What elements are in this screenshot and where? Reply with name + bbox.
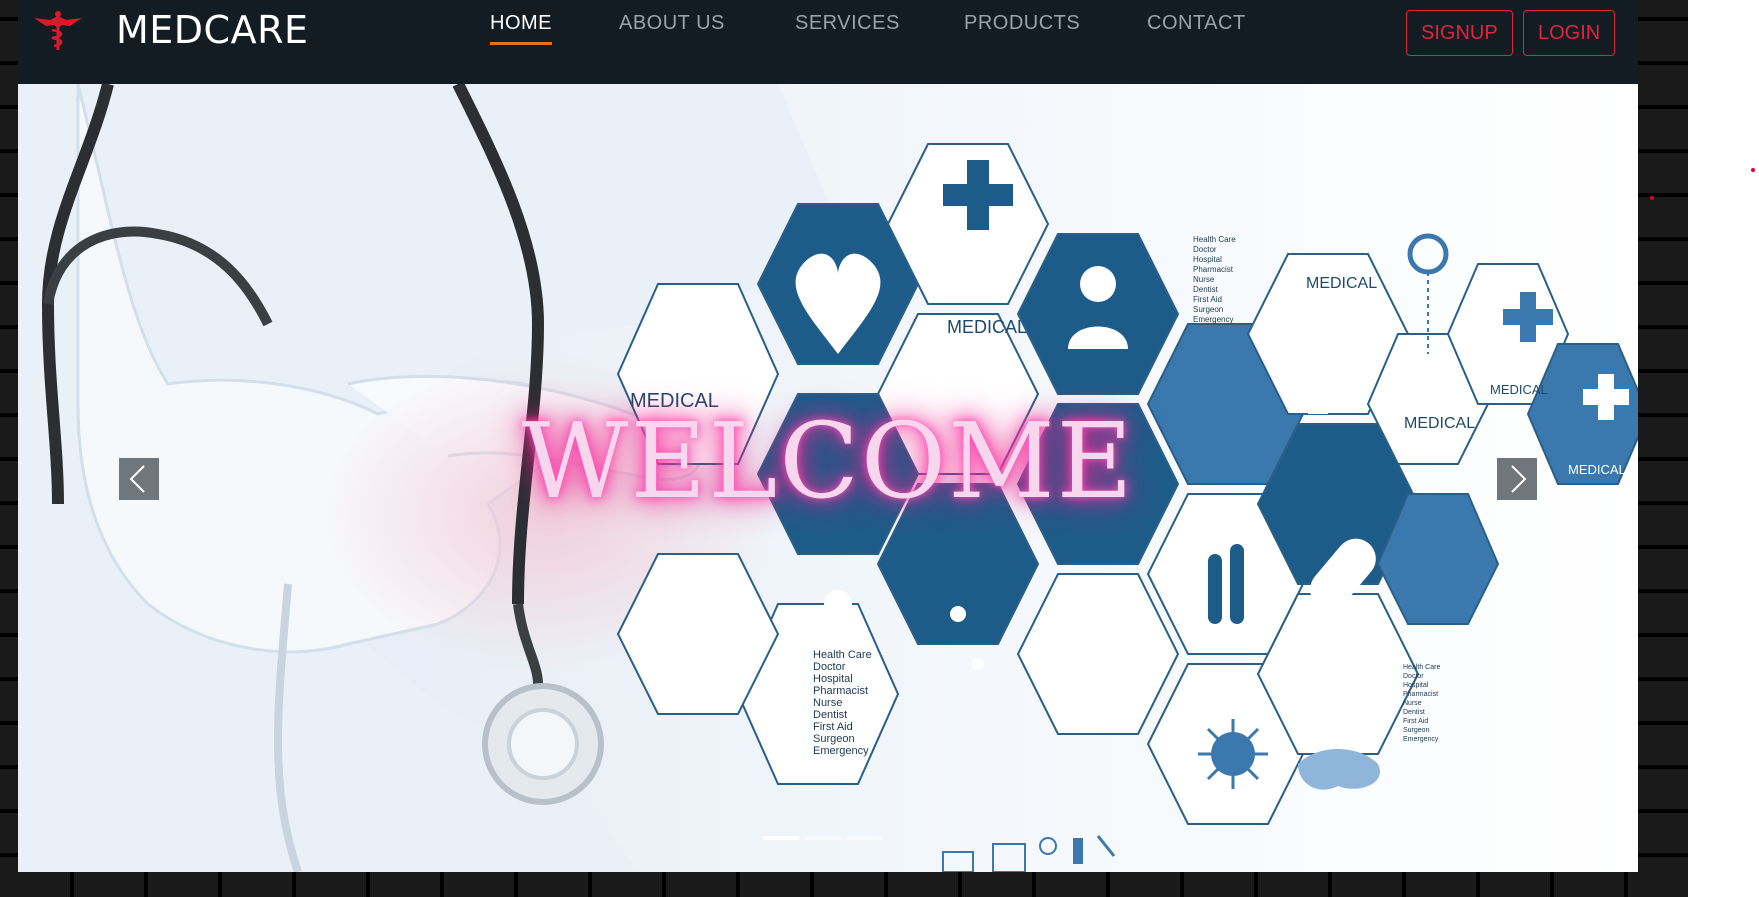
- hex-list-item: Surgeon: [1193, 305, 1223, 314]
- welcome-headline: WELCOME: [521, 400, 1135, 522]
- hex-list-item: Doctor: [1193, 245, 1217, 254]
- carousel-indicator[interactable]: [763, 836, 799, 840]
- nav-products[interactable]: PRODUCTS: [964, 12, 1080, 35]
- nav-contact[interactable]: CONTACT: [1147, 12, 1246, 35]
- hex-list-item: Pharmacist: [1193, 265, 1234, 274]
- hex-list-item: First Aid: [1193, 295, 1222, 304]
- hex-label-medical: MEDICAL: [1306, 275, 1377, 292]
- hex-list-item: Surgeon: [813, 733, 855, 745]
- hex-list-item: Hospital: [813, 673, 853, 685]
- caduceus-icon: [34, 11, 82, 50]
- hex-list-item: Health Care: [813, 649, 872, 661]
- hex-list-item: Emergency: [813, 745, 869, 757]
- hex-list-item: Health Care: [1403, 664, 1440, 671]
- login-button[interactable]: LOGIN: [1523, 10, 1616, 56]
- hex-list-item: Hospital: [1193, 255, 1222, 264]
- signup-button[interactable]: SIGNUP: [1406, 10, 1513, 56]
- hex-list-item: Pharmacist: [813, 685, 868, 697]
- decor-dot: [1751, 168, 1755, 172]
- hex-list-item: Dentist: [1193, 285, 1219, 294]
- carousel-indicator[interactable]: [847, 836, 883, 840]
- hex-list-item: Nurse: [813, 697, 842, 709]
- navbar: MEDCARE HOME ABOUT US SERVICES PRODUCTS …: [18, 0, 1638, 84]
- hex-list-item: Surgeon: [1403, 727, 1430, 734]
- carousel-indicator[interactable]: [805, 836, 841, 840]
- chevron-right-icon: [1511, 465, 1527, 493]
- hex-list-item: Dentist: [813, 709, 847, 721]
- site-container: MEDCARE HOME ABOUT US SERVICES PRODUCTS …: [18, 0, 1638, 872]
- hex-list-item: Pharmacist: [1403, 691, 1438, 698]
- hex-list-item: Nurse: [1193, 275, 1215, 284]
- page-edge-strip: [1688, 0, 1759, 897]
- hex-list-item: Doctor: [813, 661, 846, 673]
- hex-list-item: Emergency: [1403, 736, 1439, 743]
- hex-list-item: Emergency: [1193, 315, 1233, 324]
- hex-list-item: First Aid: [1403, 718, 1428, 725]
- hex-label-medical: MEDICAL: [947, 317, 1027, 337]
- carousel-prev-button[interactable]: [119, 458, 159, 500]
- hero-carousel: MEDICAL MEDICAL MEDICAL MEDICAL MEDICAL …: [18, 84, 1638, 872]
- decor-dot: [1650, 196, 1654, 200]
- hex-list-item: Dentist: [1403, 709, 1425, 716]
- hex-list-item: Doctor: [1403, 673, 1424, 680]
- hex-list-item: Health Care: [1193, 235, 1236, 244]
- nav-home[interactable]: HOME: [490, 12, 552, 45]
- nav-services[interactable]: SERVICES: [795, 12, 900, 35]
- carousel-next-button[interactable]: [1497, 458, 1537, 500]
- nav-about-us[interactable]: ABOUT US: [619, 12, 725, 35]
- hex-list-item: First Aid: [813, 721, 853, 733]
- chevron-left-icon: [129, 465, 145, 493]
- hex-list-item: Hospital: [1403, 682, 1429, 689]
- hex-label-medical: MEDICAL: [1490, 382, 1548, 397]
- hex-list-item: Nurse: [1403, 700, 1422, 707]
- brand-name[interactable]: MEDCARE: [116, 8, 309, 52]
